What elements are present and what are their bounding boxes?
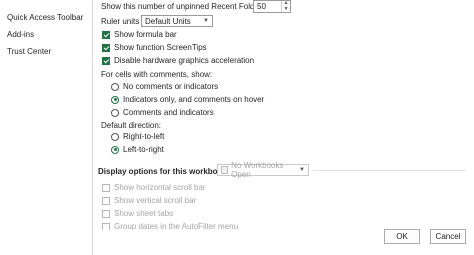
spin-down-icon[interactable]: ▼ (282, 6, 290, 13)
recent-folders-value: 50 (257, 2, 266, 11)
comments-option-none[interactable]: No comments or indicators (111, 82, 218, 91)
group-dates-option[interactable]: Group dates in the AutoFilter menu (102, 222, 238, 230)
sidebar-item-add-ins[interactable]: Add-ins (7, 30, 34, 39)
ok-button[interactable]: OK (384, 229, 420, 244)
comments-indicators-label: Indicators only, and comments on hover (123, 95, 265, 104)
comments-option-indicators[interactable]: Indicators only, and comments on hover (111, 95, 264, 104)
show-vscroll-option[interactable]: Show vertical scroll bar (102, 196, 196, 205)
group-dates-label: Group dates in the AutoFilter menu (114, 222, 239, 230)
direction-ltr-radio[interactable] (111, 145, 119, 154)
ruler-units-select[interactable]: Default Units ▼ (141, 15, 213, 27)
workbook-select[interactable]: No Workbooks Open ▼ (217, 161, 309, 179)
advanced-options-panel: Show this number of unpinned Recent Fold… (93, 0, 474, 230)
show-formula-bar-checkbox[interactable] (102, 30, 110, 39)
workbook-section-heading: Display options for this workbook: (98, 167, 230, 176)
recent-folders-spinner[interactable]: ▲ ▼ (281, 1, 290, 12)
comments-none-radio[interactable] (111, 82, 119, 91)
show-formula-bar-label: Show formula bar (114, 30, 177, 39)
show-formula-bar-option[interactable]: Show formula bar (102, 30, 177, 39)
chevron-down-icon: ▼ (299, 167, 305, 173)
sidebar-item-quick-access-toolbar[interactable]: Quick Access Toolbar (7, 13, 83, 22)
direction-rtl-label: Right-to-left (123, 132, 165, 141)
show-screentips-label: Show function ScreenTips (114, 43, 207, 52)
ruler-units-row: Ruler units (101, 17, 139, 26)
show-sheet-tabs-checkbox[interactable] (102, 209, 110, 218)
direction-option-rtl[interactable]: Right-to-left (111, 132, 164, 141)
direction-ltr-label: Left-to-right (123, 145, 164, 154)
chevron-down-icon: ▼ (203, 18, 209, 24)
recent-folders-input[interactable]: 50 ▲ ▼ (253, 0, 291, 13)
group-dates-checkbox[interactable] (102, 222, 110, 230)
comments-heading: For cells with comments, show: (101, 70, 212, 79)
workbook-select-value: No Workbooks Open (231, 161, 284, 179)
show-screentips-checkbox[interactable] (102, 43, 110, 52)
show-sheet-tabs-option[interactable]: Show sheet tabs (102, 209, 173, 218)
ruler-units-label: Ruler units (101, 17, 140, 26)
workbook-heading-text: Display options for this workbook: (98, 167, 230, 176)
show-hscroll-option[interactable]: Show horizontal scroll bar (102, 183, 206, 192)
comments-none-label: No comments or indicators (123, 82, 219, 91)
recent-folders-label: Show this number of unpinned Recent Fold… (101, 2, 268, 11)
direction-heading: Default direction: (101, 121, 161, 130)
show-sheet-tabs-label: Show sheet tabs (114, 209, 174, 218)
show-vscroll-checkbox[interactable] (102, 196, 110, 205)
disable-hw-accel-checkbox[interactable] (102, 56, 110, 65)
sidebar-item-trust-center[interactable]: Trust Center (7, 47, 51, 56)
direction-heading-text: Default direction: (101, 121, 162, 130)
options-sidebar: Quick Access Toolbar Add-ins Trust Cente… (0, 0, 93, 255)
show-hscroll-label: Show horizontal scroll bar (114, 183, 206, 192)
recent-folders-row: Show this number of unpinned Recent Fold… (101, 2, 268, 11)
cancel-button[interactable]: Cancel (430, 229, 466, 244)
comments-heading-text: For cells with comments, show: (101, 70, 213, 79)
ruler-units-value: Default Units (145, 16, 191, 26)
comments-option-both[interactable]: Comments and indicators (111, 108, 214, 117)
direction-option-ltr[interactable]: Left-to-right (111, 145, 164, 154)
comments-indicators-radio[interactable] (111, 95, 119, 104)
direction-rtl-radio[interactable] (111, 132, 119, 141)
comments-both-radio[interactable] (111, 108, 119, 117)
show-screentips-option[interactable]: Show function ScreenTips (102, 43, 207, 52)
show-hscroll-checkbox[interactable] (102, 183, 110, 192)
disable-hw-accel-label: Disable hardware graphics acceleration (114, 56, 255, 65)
workbook-icon (221, 166, 229, 174)
section-divider (313, 170, 466, 171)
show-vscroll-label: Show vertical scroll bar (114, 196, 197, 205)
comments-both-label: Comments and indicators (123, 108, 214, 117)
disable-hw-accel-option[interactable]: Disable hardware graphics acceleration (102, 56, 254, 65)
